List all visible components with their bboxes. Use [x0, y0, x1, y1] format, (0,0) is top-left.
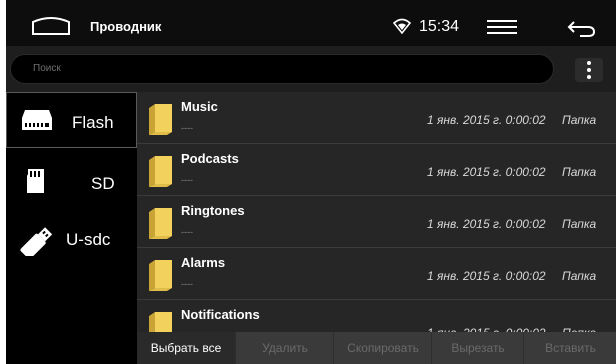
menu-icon[interactable] — [487, 20, 517, 34]
paste-button[interactable]: Вставить — [523, 332, 616, 364]
file-size: ---- — [181, 123, 193, 133]
flash-drive-icon — [22, 110, 52, 130]
file-name: Podcasts — [181, 151, 239, 166]
list-item[interactable]: Ringtones ---- 1 янв. 2015 г. 0:00:02 Па… — [137, 196, 616, 248]
folder-icon — [149, 156, 172, 187]
file-name: Notifications — [181, 307, 260, 322]
file-name: Alarms — [181, 255, 226, 270]
file-date: 1 янв. 2015 г. 0:00:02 — [427, 269, 546, 283]
back-icon[interactable] — [566, 18, 596, 38]
file-manager-screen: Проводник 15:34 Поиск Flash SD U-sdc Mus… — [6, 0, 616, 364]
list-item[interactable]: Alarms ---- 1 янв. 2015 г. 0:00:02 Папка — [137, 248, 616, 300]
cut-button[interactable]: Вырезать — [431, 332, 524, 364]
storage-sidebar: Flash SD U-sdc — [6, 92, 137, 364]
file-name: Ringtones — [181, 203, 245, 218]
list-item[interactable]: Music ---- 1 янв. 2015 г. 0:00:02 Папка — [137, 92, 616, 144]
file-date: 1 янв. 2015 г. 0:00:02 — [427, 165, 546, 179]
folder-icon — [149, 260, 172, 291]
app-title: Проводник — [90, 19, 162, 34]
sidebar-item-flash[interactable]: Flash — [6, 92, 137, 148]
more-options-icon[interactable] — [575, 58, 603, 82]
action-bar: Выбрать все Удалить Скопировать Вырезать… — [137, 332, 616, 364]
file-list: Music ---- 1 янв. 2015 г. 0:00:02 Папка … — [137, 92, 616, 343]
file-type: Папка — [562, 113, 597, 127]
home-icon[interactable] — [30, 12, 72, 38]
file-type: Папка — [562, 217, 597, 231]
sd-card-icon — [27, 169, 44, 193]
sidebar-item-sd[interactable]: SD — [6, 154, 137, 210]
folder-icon — [149, 208, 172, 239]
delete-button[interactable]: Удалить — [235, 332, 334, 364]
file-date: 1 янв. 2015 г. 0:00:02 — [427, 113, 546, 127]
file-date: 1 янв. 2015 г. 0:00:02 — [427, 217, 546, 231]
wifi-icon — [393, 18, 411, 34]
file-type: Папка — [562, 269, 597, 283]
file-name: Music — [181, 99, 218, 114]
select-all-button[interactable]: Выбрать все — [137, 332, 235, 364]
copy-button[interactable]: Скопировать — [333, 332, 432, 364]
search-input[interactable]: Поиск — [10, 54, 554, 84]
search-bar-row: Поиск — [6, 46, 616, 92]
file-size: ---- — [181, 175, 193, 185]
file-size: ---- — [181, 279, 193, 289]
folder-icon — [149, 104, 172, 135]
usb-icon — [20, 227, 53, 256]
sidebar-item-usdc[interactable]: U-sdc — [6, 210, 137, 266]
file-type: Папка — [562, 165, 597, 179]
file-size: ---- — [181, 227, 193, 237]
list-item[interactable]: Podcasts ---- 1 янв. 2015 г. 0:00:02 Пап… — [137, 144, 616, 196]
sidebar-item-label: SD — [91, 174, 115, 193]
sidebar-item-label: U-sdc — [66, 230, 111, 249]
sidebar-item-label: Flash — [72, 113, 114, 132]
status-bar: Проводник 15:34 — [6, 0, 616, 46]
clock: 15:34 — [419, 18, 460, 35]
